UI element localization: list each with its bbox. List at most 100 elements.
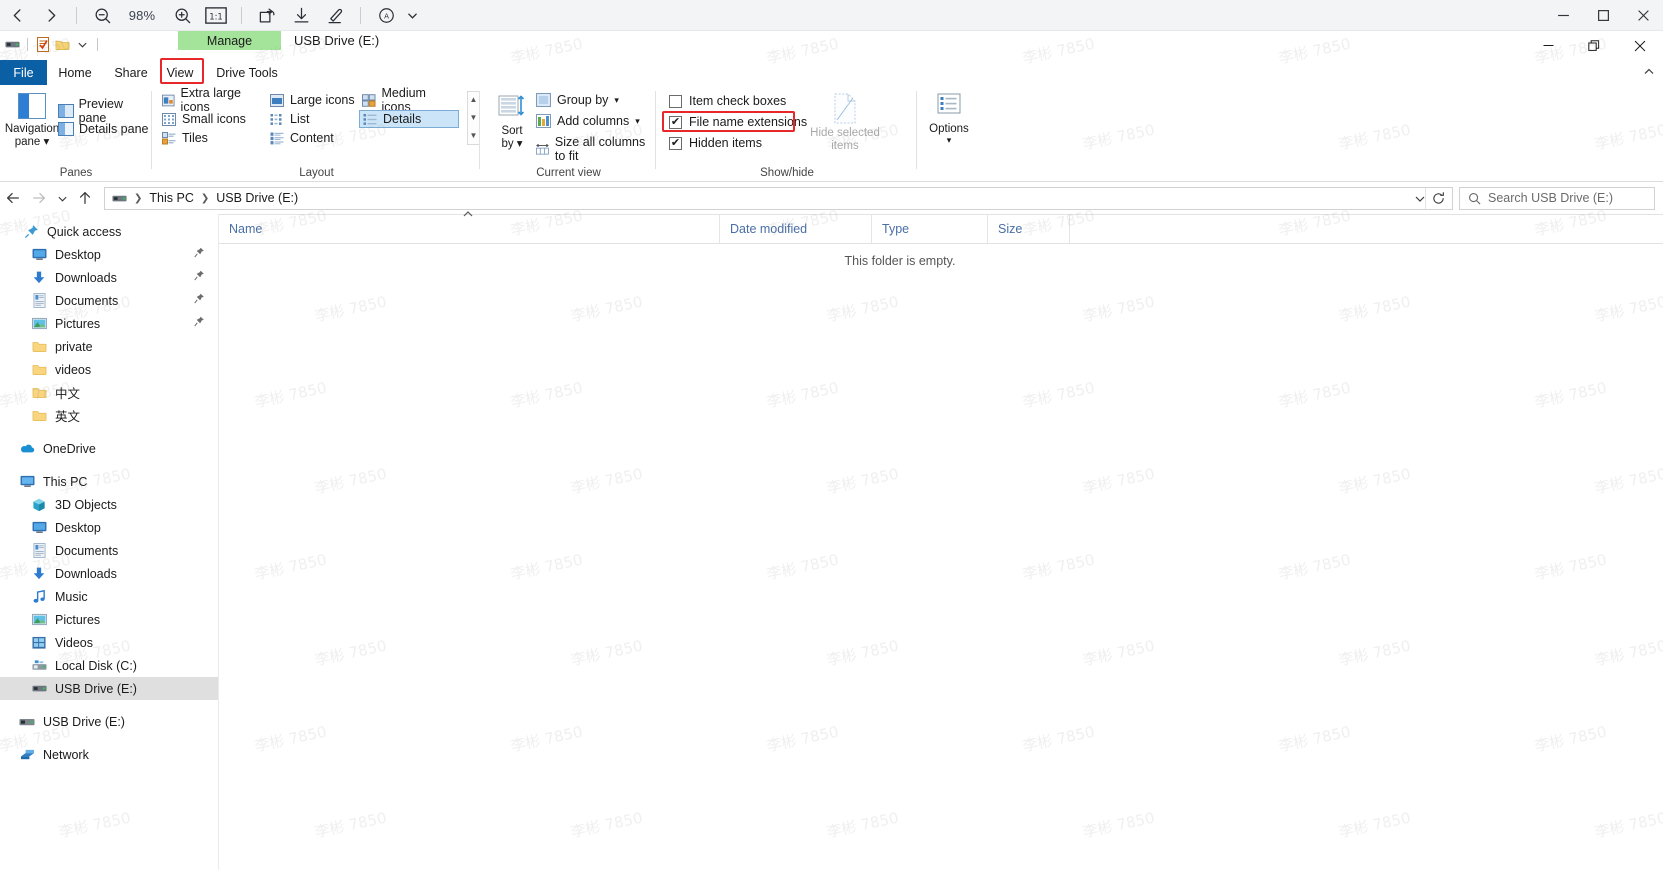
sidebar-item-desktop-pc[interactable]: Desktop xyxy=(0,516,218,539)
tab-home[interactable]: Home xyxy=(47,60,103,85)
group-by-button[interactable]: Group by▾ xyxy=(536,93,619,107)
navigation-pane-button[interactable]: Navigation pane ▾ xyxy=(8,93,56,149)
sidebar-item-desktop[interactable]: Desktop xyxy=(0,243,218,266)
viewer-close-icon[interactable] xyxy=(1623,0,1663,30)
sidebar-item-quick-access[interactable]: Quick access xyxy=(0,220,218,243)
minimize-button[interactable] xyxy=(1525,31,1571,60)
layout-large-icons[interactable]: Large icons xyxy=(267,91,359,109)
sidebar-item-videos-qa[interactable]: videos xyxy=(0,358,218,381)
layout-small-icons[interactable]: Small icons xyxy=(159,110,267,128)
add-columns-button[interactable]: Add columns▾ xyxy=(536,114,640,128)
pin-icon[interactable] xyxy=(194,316,204,330)
sidebar-item-downloads[interactable]: Downloads xyxy=(0,266,218,289)
ribbon-body: Navigation pane ▾ Preview pane Details p… xyxy=(0,85,1663,182)
sidebar-item-3d-objects[interactable]: 3D Objects xyxy=(0,493,218,516)
chevron-up-icon[interactable] xyxy=(1643,64,1655,79)
sidebar-item-private[interactable]: private xyxy=(0,335,218,358)
breadcrumb-bar[interactable]: ❯ This PC ❯ USB Drive (E:) xyxy=(104,187,1453,210)
nav-back-icon[interactable] xyxy=(0,182,26,214)
layout-details[interactable]: Details xyxy=(359,110,459,128)
sidebar-item-documents-pc[interactable]: Documents xyxy=(0,539,218,562)
sidebar-item-pictures-pc[interactable]: Pictures xyxy=(0,608,218,631)
tab-drive-tools[interactable]: Drive Tools xyxy=(208,60,286,85)
layout-medium-icons[interactable]: Medium icons xyxy=(359,91,459,109)
extra-large-icons-icon xyxy=(162,94,175,107)
sidebar-item-english-folder[interactable]: 英文 xyxy=(0,404,218,427)
breadcrumb-separator[interactable]: ❯ xyxy=(134,193,142,204)
restore-button[interactable] xyxy=(1571,31,1617,60)
column-header-name[interactable]: Name xyxy=(219,215,720,243)
sidebar-item-local-disk-c[interactable]: Local Disk (C:) xyxy=(0,654,218,677)
nav-up-icon[interactable] xyxy=(72,182,98,214)
quick-access-toolbar[interactable] xyxy=(4,36,101,53)
back-icon[interactable] xyxy=(0,0,34,30)
layout-list[interactable]: List xyxy=(267,110,359,128)
file-list-area[interactable]: Name Date modified Type Size This folder… xyxy=(219,214,1663,870)
item-check-boxes-checkbox[interactable] xyxy=(669,95,682,108)
sidebar-item-network[interactable]: Network xyxy=(0,743,218,766)
column-header-type[interactable]: Type xyxy=(872,215,988,243)
zoom-in-icon[interactable] xyxy=(165,0,199,30)
item-check-boxes-row[interactable]: Item check boxes xyxy=(669,94,786,108)
address-bar: ❯ This PC ❯ USB Drive (E:) Search USB Dr… xyxy=(0,182,1663,214)
size-all-columns-button[interactable]: Size all columns to fit xyxy=(536,135,656,163)
sidebar-item-chinese-folder[interactable]: 中文 xyxy=(0,381,218,404)
tab-share[interactable]: Share xyxy=(103,60,159,85)
tab-file[interactable]: File xyxy=(0,60,47,85)
column-header-size[interactable]: Size xyxy=(988,215,1070,243)
breadcrumb-this-pc[interactable]: This PC xyxy=(149,191,193,205)
gallery-scroll-more[interactable]: ▼ xyxy=(470,128,478,144)
sidebar-item-documents[interactable]: Documents xyxy=(0,289,218,312)
chevron-down-icon[interactable] xyxy=(74,36,91,53)
close-button[interactable] xyxy=(1617,31,1663,60)
sidebar-item-downloads-pc[interactable]: Downloads xyxy=(0,562,218,585)
sidebar-item-videos[interactable]: Videos xyxy=(0,631,218,654)
sidebar-item-music[interactable]: Music xyxy=(0,585,218,608)
zoom-out-icon[interactable] xyxy=(85,0,119,30)
file-name-extensions-row[interactable]: ✔ File name extensions xyxy=(669,115,807,129)
sidebar-label: Pictures xyxy=(55,613,100,627)
sidebar-item-usb-drive-e-root[interactable]: USB Drive (E:) xyxy=(0,710,218,733)
hidden-items-checkbox[interactable]: ✔ xyxy=(669,137,682,150)
nav-forward-icon[interactable] xyxy=(26,182,52,214)
pencil-icon[interactable] xyxy=(318,0,352,30)
appearance-icon[interactable]: A xyxy=(369,0,403,30)
pin-icon[interactable] xyxy=(194,270,204,284)
sidebar-item-usb-drive-e-pc[interactable]: USB Drive (E:) xyxy=(0,677,218,700)
gallery-scroll-up[interactable]: ▲ xyxy=(470,92,478,108)
viewer-maximize-icon[interactable] xyxy=(1583,0,1623,30)
sidebar-gap-4 xyxy=(0,733,218,743)
tab-view[interactable]: View xyxy=(165,60,195,85)
hidden-items-row[interactable]: ✔ Hidden items xyxy=(669,136,762,150)
download-icon[interactable] xyxy=(284,0,318,30)
pin-icon[interactable] xyxy=(194,293,204,307)
preview-pane-button[interactable]: Preview pane xyxy=(58,97,152,125)
sidebar-item-this-pc[interactable]: This PC xyxy=(0,470,218,493)
new-folder-icon[interactable] xyxy=(54,36,71,53)
navigation-pane[interactable]: Quick access Desktop xyxy=(0,214,219,870)
actual-size-button[interactable]: 1:1 xyxy=(199,0,233,30)
refresh-icon[interactable] xyxy=(1425,188,1450,209)
options-button[interactable]: Options ▾ xyxy=(926,93,972,145)
options-caret-icon[interactable]: ▾ xyxy=(947,136,952,145)
breadcrumb-separator-2[interactable]: ❯ xyxy=(201,193,209,204)
sidebar-item-onedrive[interactable]: OneDrive xyxy=(0,437,218,460)
search-input[interactable]: Search USB Drive (E:) xyxy=(1459,187,1655,210)
column-header-date-modified[interactable]: Date modified xyxy=(720,215,872,243)
nav-recent-locations-icon[interactable] xyxy=(52,182,72,214)
layout-content[interactable]: Content xyxy=(267,129,359,147)
pin-icon[interactable] xyxy=(194,247,204,261)
chevron-down-icon[interactable] xyxy=(403,0,421,30)
forward-icon[interactable] xyxy=(34,0,68,30)
layout-extra-large-icons[interactable]: Extra large icons xyxy=(159,91,267,109)
sort-by-button[interactable]: Sort by ▾ xyxy=(493,95,531,151)
rotate-icon[interactable] xyxy=(250,0,284,30)
file-name-extensions-checkbox[interactable]: ✔ xyxy=(669,116,682,129)
properties-icon[interactable] xyxy=(34,36,51,53)
viewer-minimize-icon[interactable] xyxy=(1543,0,1583,30)
details-pane-button[interactable]: Details pane xyxy=(58,122,149,136)
breadcrumb-usb-drive[interactable]: USB Drive (E:) xyxy=(216,191,298,205)
sidebar-item-pictures[interactable]: Pictures xyxy=(0,312,218,335)
layout-tiles[interactable]: Tiles xyxy=(159,129,267,147)
gallery-scroll-down[interactable]: ▼ xyxy=(470,110,478,126)
